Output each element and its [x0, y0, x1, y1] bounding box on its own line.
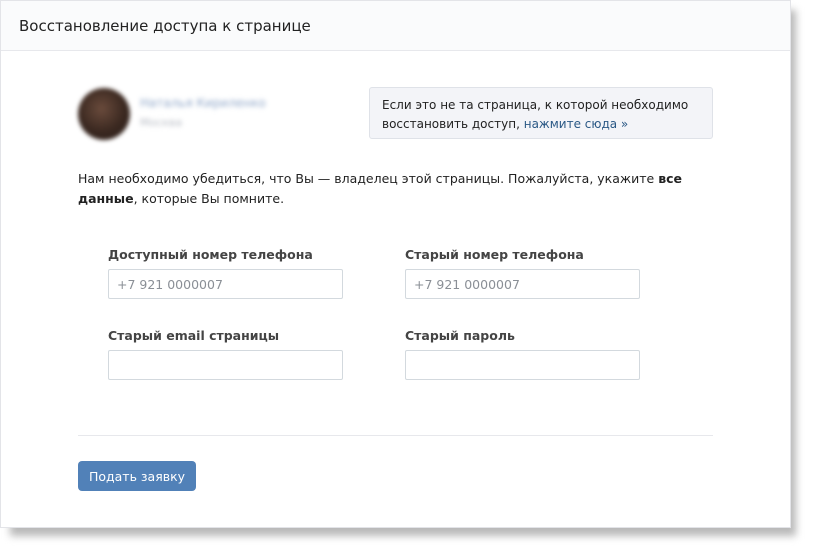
wrong-page-notice: Если это не та страница, к которой необх…	[369, 87, 713, 139]
submit-request-button[interactable]: Подать заявку	[78, 461, 196, 491]
profile-block: Наталья Кириленко Москва	[78, 88, 266, 140]
old-email-input[interactable]	[108, 350, 343, 380]
intro-text: Нам необходимо убедиться, что Вы — владе…	[78, 169, 718, 209]
avatar	[78, 88, 130, 140]
profile-subtitle: Москва	[140, 116, 183, 129]
old-password-label: Старый пароль	[405, 328, 515, 343]
phone-label: Доступный номер телефона	[108, 247, 313, 262]
phone-input[interactable]	[108, 269, 343, 299]
click-here-link[interactable]: нажмите сюда »	[524, 117, 629, 131]
profile-name: Наталья Кириленко	[140, 96, 266, 110]
old-email-label: Старый email страницы	[108, 328, 280, 343]
card-header: Восстановление доступа к странице	[1, 1, 790, 51]
intro-text-before: Нам необходимо убедиться, что Вы — владе…	[78, 171, 659, 186]
old-password-input[interactable]	[405, 350, 640, 380]
form-divider	[78, 435, 713, 436]
page-title: Восстановление доступа к странице	[19, 16, 311, 35]
restore-access-card: Восстановление доступа к странице Наталь…	[0, 0, 791, 528]
old-phone-input[interactable]	[405, 269, 640, 299]
old-phone-label: Старый номер телефона	[405, 247, 584, 262]
profile-text: Наталья Кириленко Москва	[140, 88, 266, 140]
intro-text-after: , которые Вы помните.	[133, 191, 285, 206]
